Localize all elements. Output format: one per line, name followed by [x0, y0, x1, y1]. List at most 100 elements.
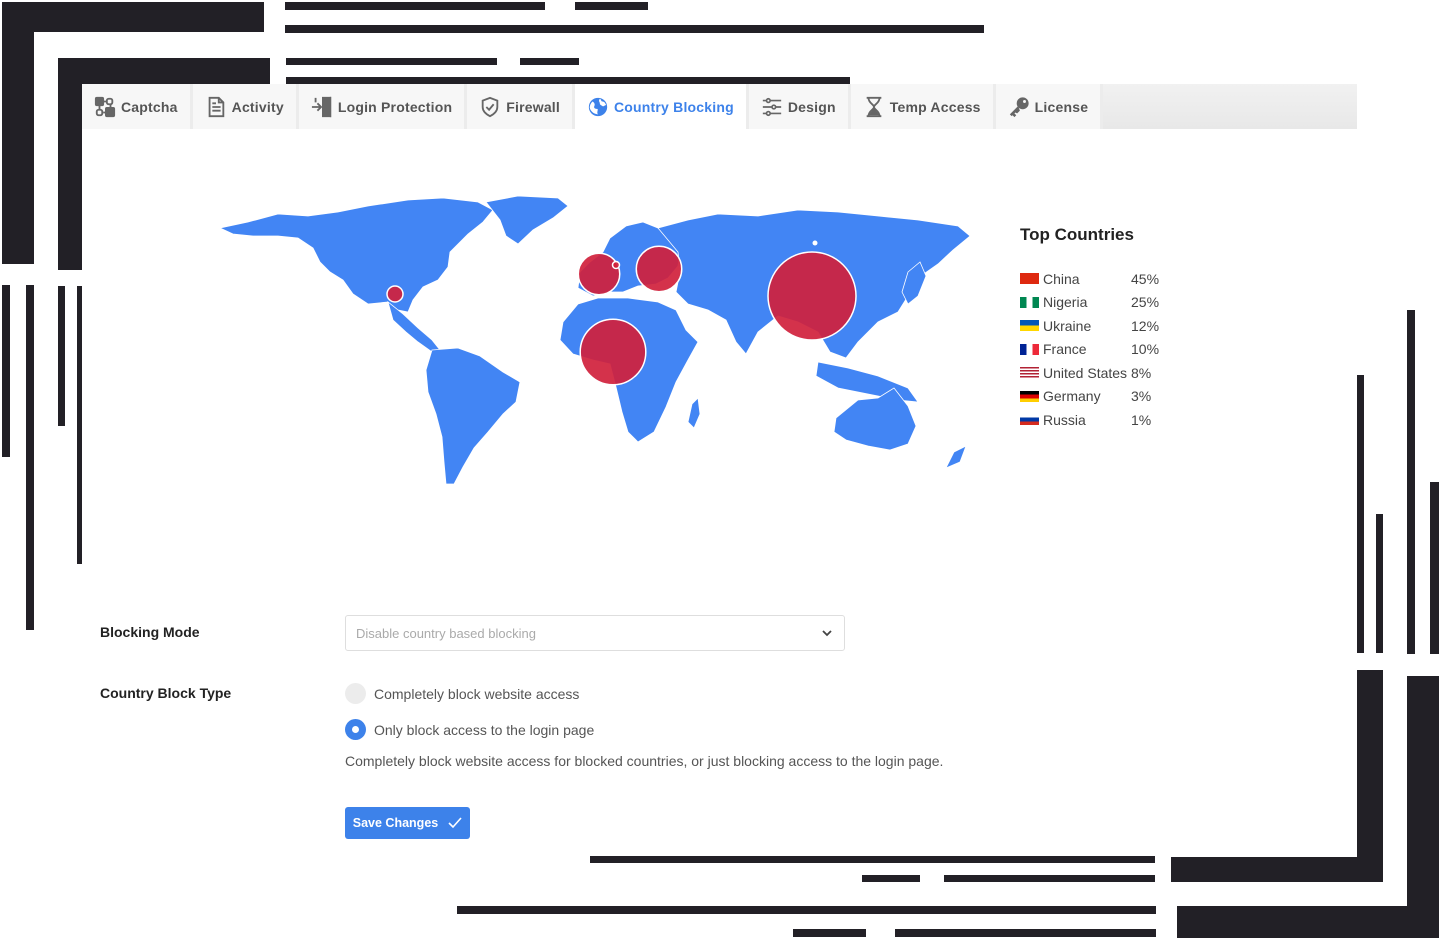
decor-bar: [793, 929, 866, 937]
save-label: Save Changes: [352, 816, 439, 830]
decor-bar: [1177, 906, 1439, 938]
bubble-france[interactable]: [577, 252, 621, 296]
flag-icon: [1020, 273, 1039, 285]
shield-check-icon: [479, 96, 501, 118]
bubble-russia[interactable]: [812, 240, 818, 246]
tab-label: Captcha: [121, 98, 178, 115]
legend-percent: 8%: [1131, 364, 1152, 381]
decor-bar: [285, 2, 545, 10]
captcha-icon: [94, 96, 116, 118]
decor-bar: [2, 2, 264, 32]
tab-firewall[interactable]: Firewall: [467, 84, 575, 129]
tab-label: License: [1034, 98, 1089, 115]
tab-design[interactable]: Design: [748, 84, 851, 129]
globe-icon: [587, 96, 609, 118]
flag-icon: [1020, 390, 1039, 402]
legend-country: Nigeria: [1043, 294, 1088, 311]
decor-bar: [286, 58, 497, 65]
blocking-mode-select[interactable]: Disable country based blocking: [345, 615, 845, 651]
decor-bar: [286, 77, 850, 84]
tab-activity[interactable]: Activity: [192, 84, 299, 129]
decor-bar: [1430, 482, 1439, 654]
hourglass-icon: [863, 96, 885, 118]
radio-button[interactable]: [345, 683, 366, 704]
flag-icon: [1020, 296, 1039, 308]
blocking-mode-label: Blocking Mode: [100, 624, 200, 640]
bubble-germany[interactable]: [611, 260, 621, 270]
tab-label: Activity: [231, 98, 284, 115]
legend-country: Ukraine: [1043, 317, 1092, 334]
decor-bar: [895, 929, 1156, 937]
chevron-down-icon: [822, 630, 832, 637]
island-madagascar: [687, 397, 701, 429]
sliders-icon: [761, 96, 783, 118]
continent-north-america: [218, 197, 494, 313]
legend-row-germany: Germany 3%: [1020, 385, 1180, 409]
decor-bar: [575, 2, 648, 10]
radio-button-selected[interactable]: [345, 719, 366, 740]
country-block-type-label: Country Block Type: [100, 685, 232, 701]
legend-percent: 1%: [1131, 411, 1152, 428]
decor-bar: [285, 25, 984, 33]
legend-row-nigeria: Nigeria 25%: [1020, 291, 1180, 315]
legend-percent: 3%: [1131, 388, 1152, 405]
decor-bar: [2, 285, 10, 457]
legend-country: United States: [1043, 364, 1128, 381]
checkmark-icon: [448, 817, 462, 829]
tab-label: Firewall: [506, 98, 560, 115]
legend-percent: 10%: [1131, 341, 1160, 358]
bubble-united-states[interactable]: [386, 285, 404, 303]
world-map[interactable]: [218, 192, 973, 492]
document-icon: [205, 96, 227, 118]
bubble-china[interactable]: [767, 251, 857, 341]
legend-row-russia: Russia 1%: [1020, 408, 1180, 432]
decor-bar: [944, 875, 1155, 882]
save-changes-button[interactable]: Save Changes: [345, 807, 470, 839]
decor-bar: [58, 58, 82, 270]
legend-percent: 25%: [1131, 294, 1160, 311]
tab-captcha[interactable]: Captcha: [82, 84, 193, 129]
login-door-icon: [311, 96, 333, 118]
blocking-mode-value: Disable country based blocking: [356, 625, 536, 641]
island-new-zealand: [945, 445, 967, 469]
tab-country-blocking[interactable]: Country Blocking: [574, 84, 749, 129]
decor-bar: [520, 58, 579, 65]
tab-label: Login Protection: [337, 98, 453, 115]
legend-country: China: [1043, 270, 1080, 287]
continent-central-america: [387, 300, 441, 353]
radio-option-login-only[interactable]: Only block access to the login page: [345, 719, 594, 740]
decor-bar: [2, 2, 34, 264]
top-countries-legend: Top Countries China 45% Nigeria 25% Ukraine 1…: [1020, 225, 1180, 432]
legend-row-china: China 45%: [1020, 267, 1180, 291]
tab-temp-access[interactable]: Temp Access: [850, 84, 996, 129]
tab-license[interactable]: License: [995, 84, 1104, 129]
tab-label: Design: [787, 98, 836, 115]
flag-icon: [1020, 367, 1039, 379]
decor-bar: [58, 58, 270, 84]
decor-bar: [862, 875, 920, 882]
flag-icon: [1020, 343, 1039, 355]
radio-label: Completely block website access: [374, 685, 580, 702]
decor-bar: [1407, 310, 1415, 654]
decor-bar: [1357, 670, 1383, 882]
bubble-ukraine[interactable]: [635, 245, 683, 293]
radio-option-complete-block[interactable]: Completely block website access: [345, 683, 579, 704]
flag-icon: [1020, 414, 1039, 426]
decor-bar: [1407, 676, 1439, 938]
legend-percent: 45%: [1131, 270, 1160, 287]
legend-rows: China 45% Nigeria 25% Ukraine 12% France 10% Uni…: [1020, 267, 1180, 432]
tab-label: Temp Access: [889, 98, 981, 115]
bubble-nigeria[interactable]: [579, 318, 647, 386]
legend-row-united-states: United States 8%: [1020, 361, 1180, 385]
world-map-svg: [218, 195, 971, 485]
decor-bar: [26, 285, 34, 630]
tab-label: Country Blocking: [613, 98, 734, 115]
legend-title: Top Countries: [1020, 225, 1134, 244]
block-type-help-text: Completely block website access for bloc…: [345, 753, 944, 769]
continent-greenland: [485, 195, 569, 245]
tab-login-protection[interactable]: Login Protection: [298, 84, 468, 129]
islands-southeast-asia: [815, 361, 919, 403]
decor-bar: [58, 286, 65, 426]
decor-bar: [590, 856, 1155, 863]
decor-bar: [1376, 514, 1383, 653]
